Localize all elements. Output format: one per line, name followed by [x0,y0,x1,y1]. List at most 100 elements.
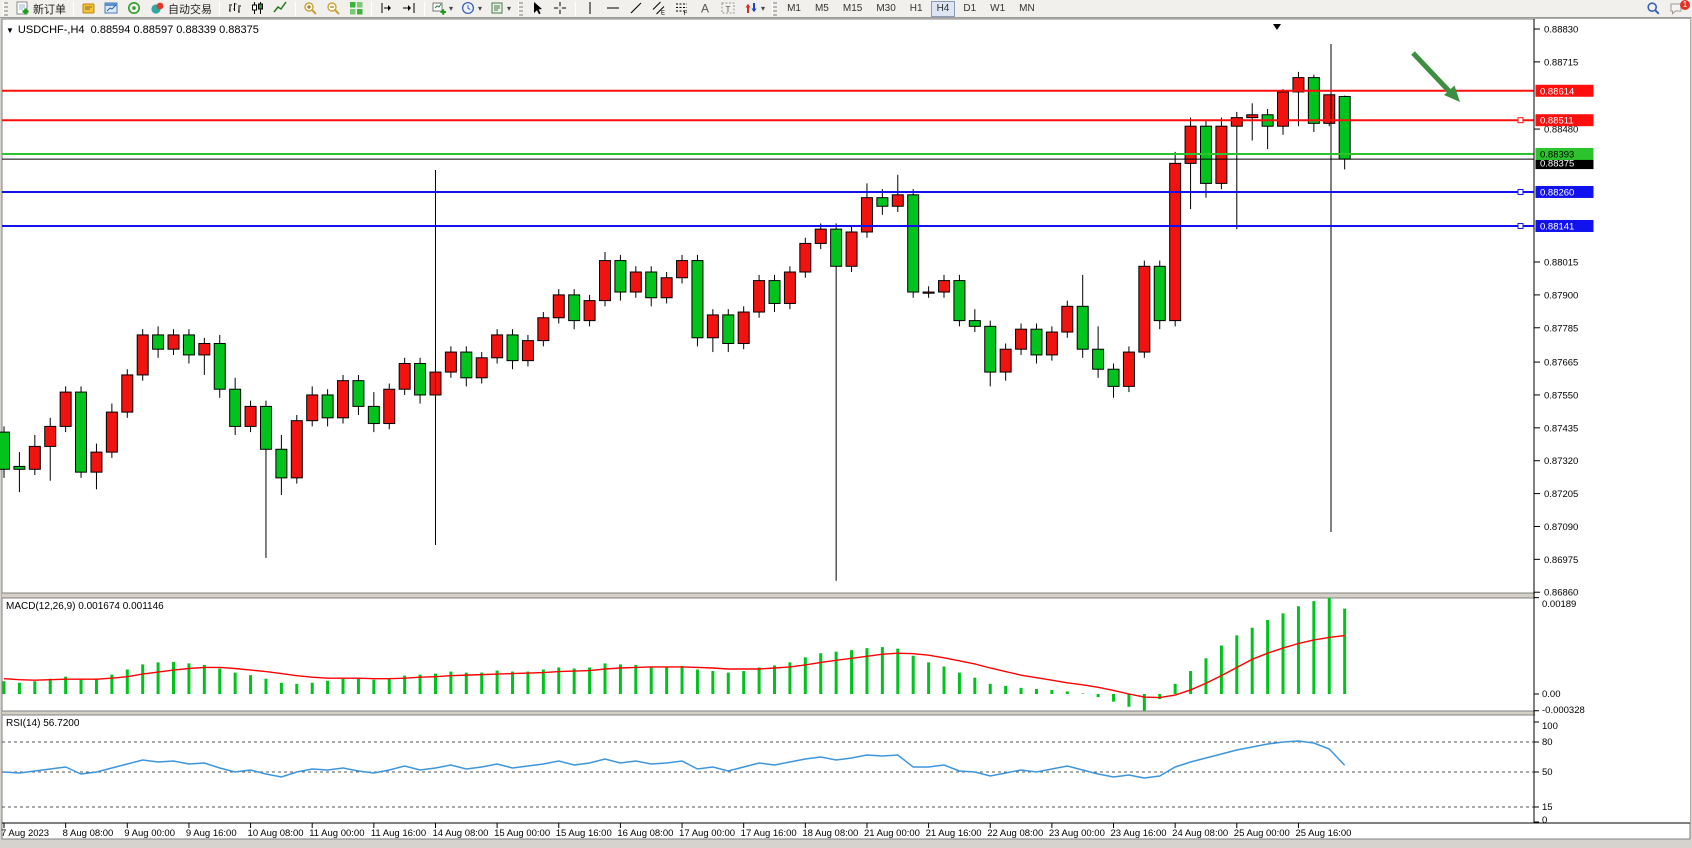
new-chart-button[interactable]: ▾ [429,1,456,17]
new-order-label: 新订单 [33,1,66,17]
vertical-line-button[interactable] [580,1,601,17]
chart-bars-button[interactable] [224,1,245,17]
timeframe-tf-m30-button[interactable]: M30 [870,1,901,17]
horizontal-line-button[interactable] [603,1,624,17]
tf-mn-label: MN [1016,3,1038,14]
timeframe-tf-h4-button[interactable]: H4 [931,1,956,17]
toolbar-separator [424,2,425,16]
candle-body [168,335,179,349]
candle-body [45,426,56,446]
zoom-in-button[interactable] [300,1,321,17]
line-drag-handle[interactable] [1518,189,1523,194]
candle-body [1046,332,1057,355]
timeframe-tf-h1-button[interactable]: H1 [904,1,929,17]
macd-indicator-label: MACD(12,26,9) 0.001674 0.001146 [6,601,164,612]
periods-button[interactable]: ▾ [458,1,485,17]
timeframe-tf-w1-button[interactable]: W1 [984,1,1011,17]
notification-count-badge: 1 [1680,0,1690,10]
candle-body [338,381,349,418]
candle-body [0,432,10,469]
fibonacci-button[interactable]: F [672,1,693,17]
candle-body [276,449,287,478]
chart-candles-button[interactable] [247,1,268,17]
text-button[interactable]: A [695,1,716,17]
collapse-icon[interactable]: ▼ [6,26,14,35]
svg-text:T: T [725,4,730,14]
mql5-icon [127,1,142,16]
notifications-button[interactable]: 1 [1666,1,1687,17]
autotrading-label: 自动交易 [168,1,212,17]
candle-body [815,229,826,243]
tile-windows-button[interactable] [346,1,367,17]
timeframe-tf-d1-button[interactable]: D1 [957,1,982,17]
candle-body [415,364,426,395]
candle-body [291,421,302,478]
macd-tick-label: 0.00189 [1542,599,1576,610]
svg-text:A: A [701,2,709,16]
toolbar-separator [371,2,372,16]
arrows-button[interactable]: ▾ [741,1,768,17]
candle-body [800,243,811,272]
rsi-tick-label: 0 [1542,815,1547,826]
candle-body [646,272,657,298]
candle-body [476,358,487,378]
search-button[interactable] [1643,1,1664,17]
timeframe-tf-m1-button[interactable]: M1 [781,1,807,17]
zoom-out-button[interactable] [323,1,344,17]
toolbar-separator [575,2,576,16]
mt4-app: 0.888300.887150.884800.880150.879000.877… [0,0,1692,848]
candle-body [1308,78,1319,124]
pane-separator[interactable] [2,711,1690,715]
time-tick-label: 11 Aug 00:00 [309,828,364,839]
metaeditor-button[interactable] [78,1,99,17]
new-order-button[interactable]: 新订单 [12,1,69,17]
candle-body [692,261,703,338]
new-order-icon [15,1,30,16]
chevron-down-icon[interactable]: ▾ [761,4,765,13]
macd-tick-label: -0.000328 [1542,705,1585,716]
template-icon [490,1,505,16]
toolbar-separator [73,2,74,16]
line-drag-handle[interactable] [1518,118,1523,123]
price-tick-label: 0.86860 [1544,588,1578,599]
terminal-icon [104,1,119,16]
rsi-indicator-label: RSI(14) 56.7200 [6,718,79,729]
equidistant-channel-button[interactable]: E [649,1,670,17]
cursor-button[interactable] [527,1,548,17]
chevron-down-icon[interactable]: ▾ [507,4,511,13]
time-tick-label: 21 Aug 16:00 [926,828,982,839]
candle-body [923,292,934,293]
time-tick-label: 25 Aug 16:00 [1295,828,1351,839]
chart-line-button[interactable] [270,1,291,17]
candle-body [1139,266,1150,352]
auto-scroll-icon [379,1,394,16]
price-tick-label: 0.88715 [1544,57,1578,68]
chart-ohlc-readout: ▼USDCHF-,H4 0.88594 0.88597 0.88339 0.88… [6,24,259,36]
crosshair-button[interactable] [550,1,571,17]
pane-separator[interactable] [2,593,1690,598]
timeframe-tf-m15-button[interactable]: M15 [837,1,868,17]
toolbar-grip [518,2,523,16]
auto-scroll-button[interactable] [376,1,397,17]
timeframe-tf-m5-button[interactable]: M5 [809,1,835,17]
text-label-button[interactable]: T [718,1,739,17]
tile-windows-icon [349,1,364,16]
candle-body [307,395,318,421]
line-drag-handle[interactable] [1518,223,1523,228]
chevron-down-icon[interactable]: ▾ [449,4,453,13]
candle-body [538,318,549,341]
chart-canvas[interactable]: 0.888300.887150.884800.880150.879000.877… [0,0,1692,848]
chart-shift-button[interactable] [399,1,420,17]
terminal-button[interactable] [101,1,122,17]
label-icon: T [721,1,736,16]
timeframe-tf-mn-button[interactable]: MN [1013,1,1041,17]
rsi-tick-label: 80 [1542,737,1553,748]
templates-button[interactable]: ▾ [487,1,514,17]
trend-line-button[interactable] [626,1,647,17]
mql5-button[interactable] [124,1,145,17]
candle-body [91,452,102,472]
chevron-down-icon[interactable]: ▾ [478,4,482,13]
autotrading-button[interactable]: 自动交易 [147,1,215,17]
candle-body [1170,163,1181,320]
fibo-icon: F [675,1,690,16]
